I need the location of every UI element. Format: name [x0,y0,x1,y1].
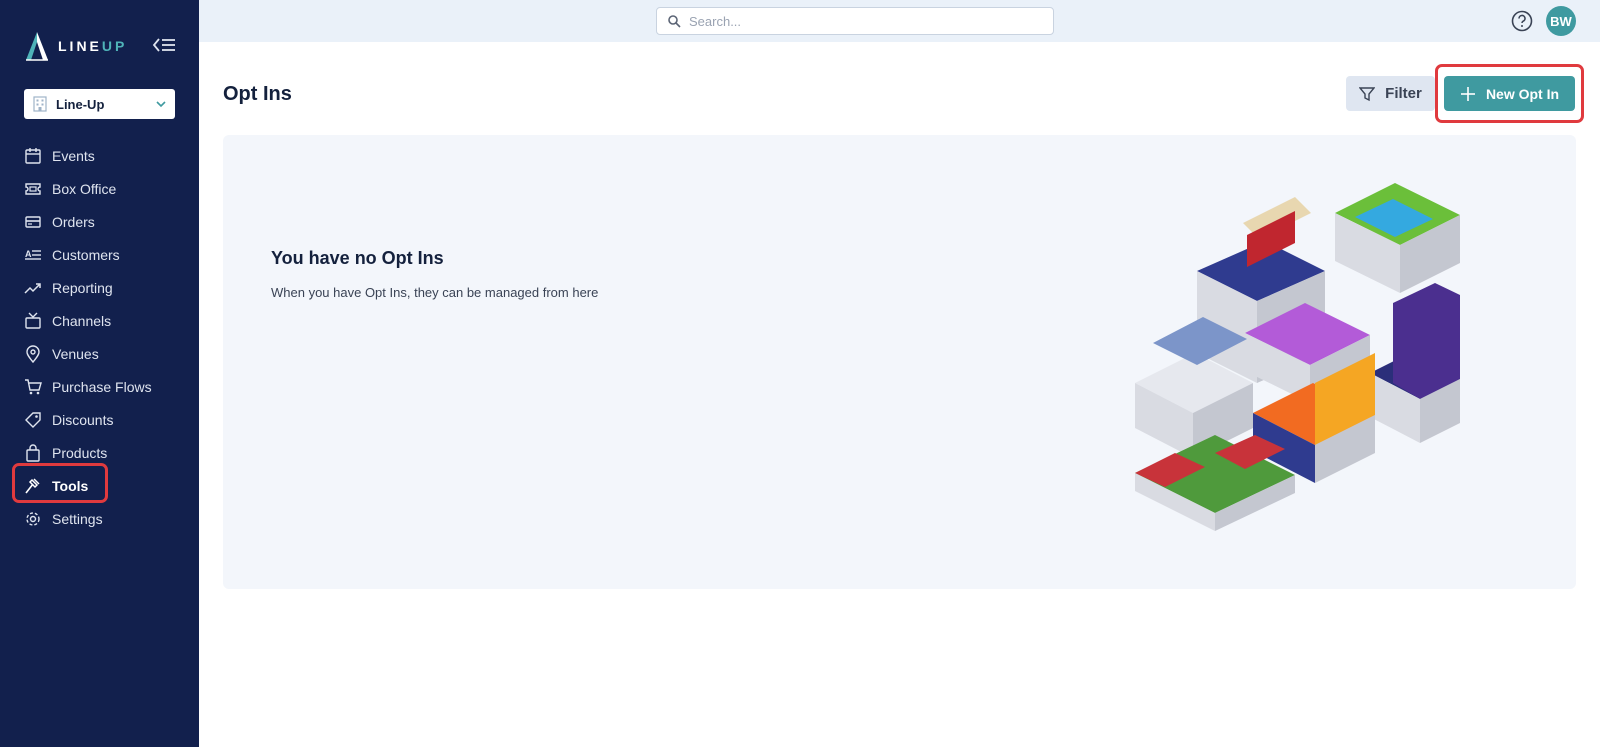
lineup-logo[interactable]: LINEUP [24,30,127,62]
page-title: Opt Ins [223,83,292,105]
sidebar-item-label: Events [52,147,95,164]
search-icon [667,14,681,28]
sidebar-item-customers[interactable]: A Customers [0,238,199,271]
map-pin-icon [24,344,42,363]
sidebar-item-label: Box Office [52,180,117,197]
credit-card-icon [24,213,42,231]
sidebar-item-label: Channels [52,312,112,329]
sidebar-item-discounts[interactable]: Discounts [0,403,199,436]
calendar-icon [24,147,42,165]
sidebar: LINEUP Line-Up Events Box Office Orders … [0,0,199,747]
chevron-down-icon [155,98,167,110]
sidebar-item-products[interactable]: Products [0,436,199,469]
contact-list-icon: A [24,246,42,264]
sidebar-item-label: Purchase Flows [52,378,152,395]
sidebar-item-orders[interactable]: Orders [0,205,199,238]
sidebar-item-channels[interactable]: Channels [0,304,199,337]
help-button[interactable] [1510,9,1534,33]
sidebar-item-label: Products [52,444,108,461]
sidebar-item-label: Discounts [52,411,114,428]
sidebar-item-box-office[interactable]: Box Office [0,172,199,205]
sidebar-item-reporting[interactable]: Reporting [0,271,199,304]
sidebar-item-label: Settings [52,510,103,527]
sidebar-item-label: Reporting [52,279,113,296]
venues-isometric-illustration [1135,183,1460,531]
ticket-icon [24,180,42,198]
collapse-sidebar-button[interactable] [150,34,178,56]
sidebar-item-venues[interactable]: Venues [0,337,199,370]
sidebar-item-tools[interactable]: Tools [0,469,199,502]
cart-icon [24,378,42,396]
organization-name: Line-Up [56,96,105,112]
empty-state-description: When you have Opt Ins, they can be manag… [271,285,599,300]
filter-icon [1359,86,1376,102]
filter-label: Filter [1385,85,1422,102]
topbar: BW [199,0,1600,42]
empty-state-card: You have no Opt Ins When you have Opt In… [223,135,1576,589]
empty-state-title: You have no Opt Ins [271,248,444,268]
building-icon [32,96,48,112]
organization-select[interactable]: Line-Up [24,89,175,119]
sidebar-item-purchase-flows[interactable]: Purchase Flows [0,370,199,403]
sidebar-item-label: Tools [52,477,89,494]
logo-mark-icon [26,32,48,61]
plus-icon [1460,86,1476,102]
trend-up-icon [24,279,42,297]
search-box[interactable] [656,7,1054,35]
sidebar-item-events[interactable]: Events [0,139,199,172]
logo-text: LINEUP [58,38,128,54]
filter-button[interactable]: Filter [1346,76,1435,111]
new-opt-in-label: New Opt In [1485,85,1560,102]
tag-icon [24,411,42,429]
shopping-bag-icon [24,443,42,462]
help-circle-icon [1511,10,1533,32]
hammer-icon [24,477,42,495]
new-opt-in-button[interactable]: New Opt In [1444,76,1575,111]
sidebar-item-label: Venues [52,345,99,362]
sidebar-item-settings[interactable]: Settings [0,502,199,535]
sidebar-nav: Events Box Office Orders A Customers Rep… [0,139,199,535]
sidebar-item-label: Orders [52,213,95,230]
search-input[interactable] [689,13,1029,29]
user-avatar[interactable]: BW [1546,6,1576,36]
collapse-menu-icon [152,38,175,52]
sidebar-item-label: Customers [52,246,120,263]
gear-icon [24,510,42,528]
tv-icon [24,312,42,330]
svg-text:A: A [25,249,32,259]
